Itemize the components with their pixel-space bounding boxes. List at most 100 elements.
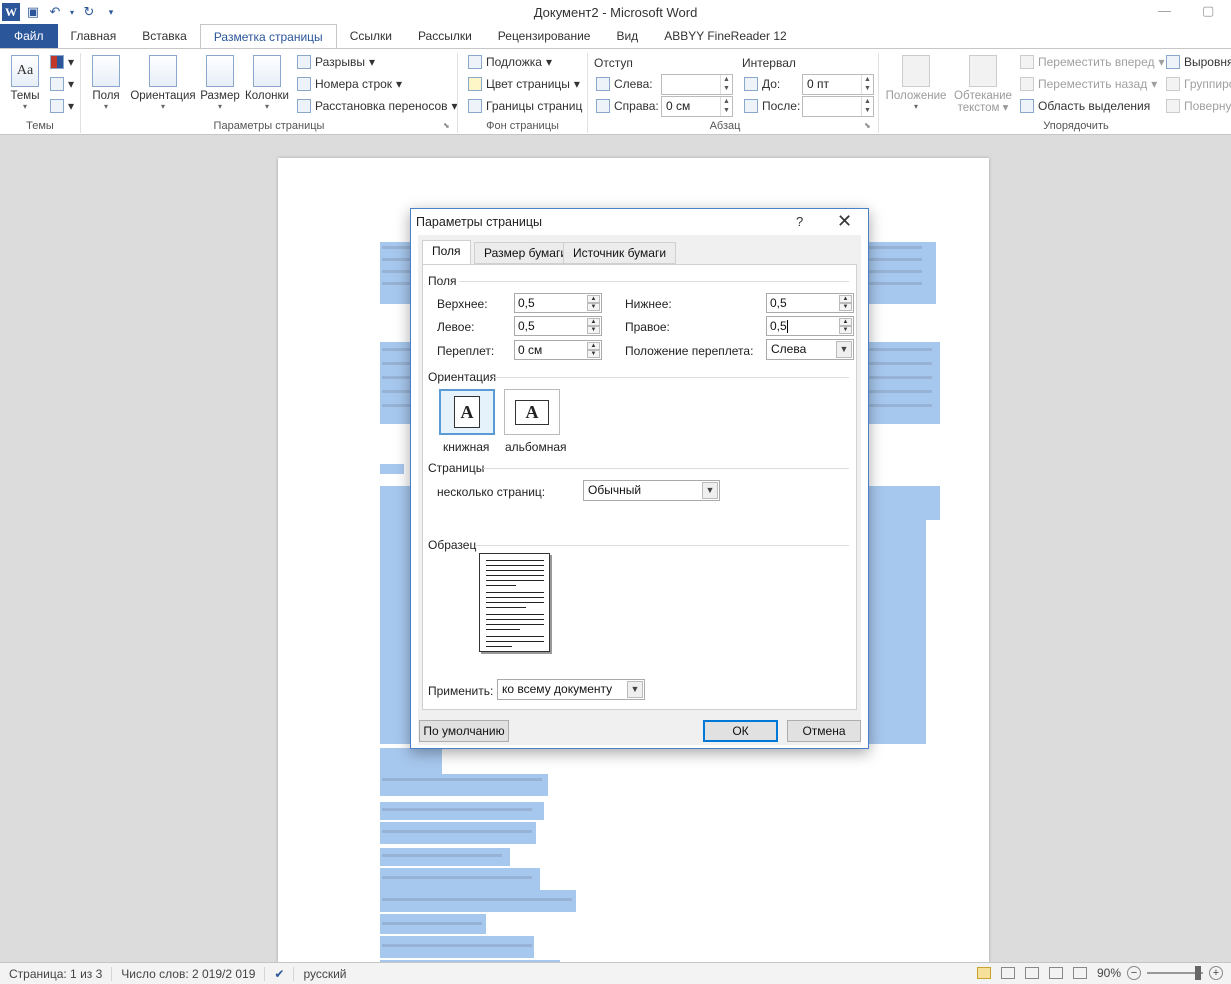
spin-down-icon[interactable]: ▼: [587, 350, 600, 358]
web-layout-icon[interactable]: [1024, 967, 1039, 979]
spinner-arrows-icon[interactable]: ▲ ▼: [720, 97, 732, 116]
theme-colors-button[interactable]: ▾: [50, 55, 74, 69]
spinner-arrows-icon[interactable]: ▲ ▼: [720, 75, 732, 94]
spin-up-icon[interactable]: ▲: [839, 295, 852, 303]
themes-button[interactable]: Aa Темы ▾: [6, 55, 44, 111]
tab-mailings[interactable]: Рассылки: [405, 24, 485, 48]
spin-up-icon[interactable]: ▲: [587, 318, 600, 326]
position-button[interactable]: Положение ▾: [884, 55, 948, 111]
word-count[interactable]: Число слов: 2 019/2 019: [112, 966, 266, 981]
spacing-after-input[interactable]: ▲ ▼: [802, 96, 874, 117]
restore-button[interactable]: ▢: [1202, 3, 1214, 19]
group-objects-button[interactable]: Группировать: [1166, 77, 1231, 91]
tab-paper-size[interactable]: Размер бумаги: [474, 242, 578, 264]
spin-down-icon[interactable]: ▼: [587, 326, 600, 334]
line-numbers-button[interactable]: Номера строк ▾: [297, 77, 402, 91]
full-screen-reading-icon[interactable]: [1000, 967, 1015, 979]
tab-view[interactable]: Вид: [603, 24, 651, 48]
portrait-option[interactable]: A: [439, 389, 495, 435]
tab-references[interactable]: Ссылки: [337, 24, 405, 48]
chevron-down-icon[interactable]: ▼: [702, 482, 718, 499]
margins-button[interactable]: Поля ▾: [88, 55, 124, 111]
hyphenation-button[interactable]: Расстановка переносов ▾: [297, 99, 458, 113]
spinner-arrows-icon[interactable]: ▲ ▼: [861, 75, 873, 94]
zoom-level[interactable]: 90%: [1097, 966, 1121, 980]
tab-page-layout[interactable]: Разметка страницы: [199, 24, 337, 48]
help-icon[interactable]: ?: [796, 214, 803, 229]
size-button[interactable]: Размер ▾: [200, 55, 240, 111]
line-numbers-icon: [297, 77, 311, 91]
spin-down-icon[interactable]: ▼: [839, 303, 852, 311]
left-margin-input[interactable]: 0,5 ▲ ▼: [514, 316, 602, 336]
tab-review[interactable]: Рецензирование: [485, 24, 604, 48]
chevron-down-icon[interactable]: ▼: [836, 341, 852, 358]
orientation-button[interactable]: Ориентация ▾: [128, 55, 198, 111]
multiple-pages-label: несколько страниц:: [437, 485, 546, 499]
page-setup-launcher-icon[interactable]: ⬊: [443, 121, 450, 130]
columns-button[interactable]: Колонки ▾: [243, 55, 291, 111]
spinner-arrows-icon[interactable]: ▲ ▼: [861, 97, 873, 116]
gutter-position-select[interactable]: Слева ▼: [766, 339, 854, 360]
theme-effects-button[interactable]: ▾: [50, 99, 74, 113]
outline-view-icon[interactable]: [1048, 967, 1063, 979]
breaks-button[interactable]: Разрывы ▾: [297, 55, 375, 69]
minimize-button[interactable]: —: [1158, 3, 1171, 18]
paragraph-launcher-icon[interactable]: ⬊: [864, 121, 871, 130]
spin-down-icon[interactable]: ▼: [587, 303, 600, 311]
zoom-in-icon[interactable]: +: [1209, 966, 1223, 980]
spin-down-icon[interactable]: ▼: [839, 326, 852, 334]
indent-right-input[interactable]: 0 см ▲ ▼: [661, 96, 733, 117]
ok-button[interactable]: ОК: [703, 720, 778, 742]
indent-left-input[interactable]: ▲ ▼: [661, 74, 733, 95]
gutter-input[interactable]: 0 см ▲ ▼: [514, 340, 602, 360]
top-margin-input[interactable]: 0,5 ▲ ▼: [514, 293, 602, 313]
spin-up-icon[interactable]: ▲: [587, 342, 600, 350]
spin-up-icon[interactable]: ▲: [839, 318, 852, 326]
spacing-before-input[interactable]: 0 пт ▲ ▼: [802, 74, 874, 95]
save-icon[interactable]: ▣: [24, 3, 42, 21]
set-default-button[interactable]: По умолчанию: [419, 720, 509, 742]
landscape-option[interactable]: A: [504, 389, 560, 435]
zoom-slider[interactable]: [1147, 966, 1203, 980]
send-backward-button[interactable]: Переместить назад ▾: [1020, 77, 1157, 91]
bring-forward-button[interactable]: Переместить вперед ▾: [1020, 55, 1165, 69]
portrait-label[interactable]: книжная: [443, 440, 489, 454]
language-indicator[interactable]: русский: [294, 967, 355, 981]
zoom-slider-thumb[interactable]: [1195, 966, 1201, 980]
bottom-margin-input[interactable]: 0,5 ▲ ▼: [766, 293, 854, 313]
undo-icon[interactable]: ↶: [46, 3, 64, 21]
rotate-button[interactable]: Повернуть: [1166, 99, 1231, 113]
cancel-button[interactable]: Отмена: [787, 720, 861, 742]
spin-up-icon[interactable]: ▲: [587, 295, 600, 303]
preview-line: [486, 636, 544, 637]
chevron-down-icon[interactable]: ▼: [627, 681, 643, 698]
align-button[interactable]: Выровнять: [1166, 55, 1231, 69]
proofing-icon[interactable]: ✔: [265, 966, 295, 981]
page-borders-button[interactable]: Границы страниц: [468, 99, 582, 113]
tab-file[interactable]: Файл: [0, 24, 58, 48]
watermark-button[interactable]: Подложка ▾: [468, 55, 552, 69]
wrap-text-icon: [969, 55, 997, 87]
undo-dropdown-icon[interactable]: ▾: [68, 3, 76, 21]
tab-home[interactable]: Главная: [58, 24, 130, 48]
print-layout-view-icon[interactable]: [976, 967, 991, 979]
page-counter[interactable]: Страница: 1 из 3: [0, 966, 113, 981]
apply-to-select[interactable]: ко всему документу ▼: [497, 679, 645, 700]
right-margin-input[interactable]: 0,5 ▲ ▼: [766, 316, 854, 336]
zoom-out-icon[interactable]: −: [1127, 966, 1141, 980]
redo-icon[interactable]: ↻: [80, 3, 98, 21]
close-icon[interactable]: ✕: [837, 211, 852, 232]
wrap-text-button[interactable]: Обтекание текстом ▾: [952, 55, 1014, 114]
page-color-button[interactable]: Цвет страницы ▾: [468, 77, 580, 91]
tab-insert[interactable]: Вставка: [129, 24, 200, 48]
tab-margins[interactable]: Поля: [422, 240, 471, 265]
selection-pane-button[interactable]: Область выделения: [1020, 99, 1150, 113]
draft-view-icon[interactable]: [1072, 967, 1087, 979]
customize-qat-icon[interactable]: ▾: [102, 3, 120, 21]
preview-line: [486, 629, 520, 630]
multiple-pages-select[interactable]: Обычный ▼: [583, 480, 720, 501]
theme-fonts-button[interactable]: ▾: [50, 77, 74, 91]
tab-paper-source[interactable]: Источник бумаги: [563, 242, 677, 264]
tab-abbyy[interactable]: ABBYY FineReader 12: [651, 24, 800, 48]
landscape-label[interactable]: альбомная: [505, 440, 567, 454]
